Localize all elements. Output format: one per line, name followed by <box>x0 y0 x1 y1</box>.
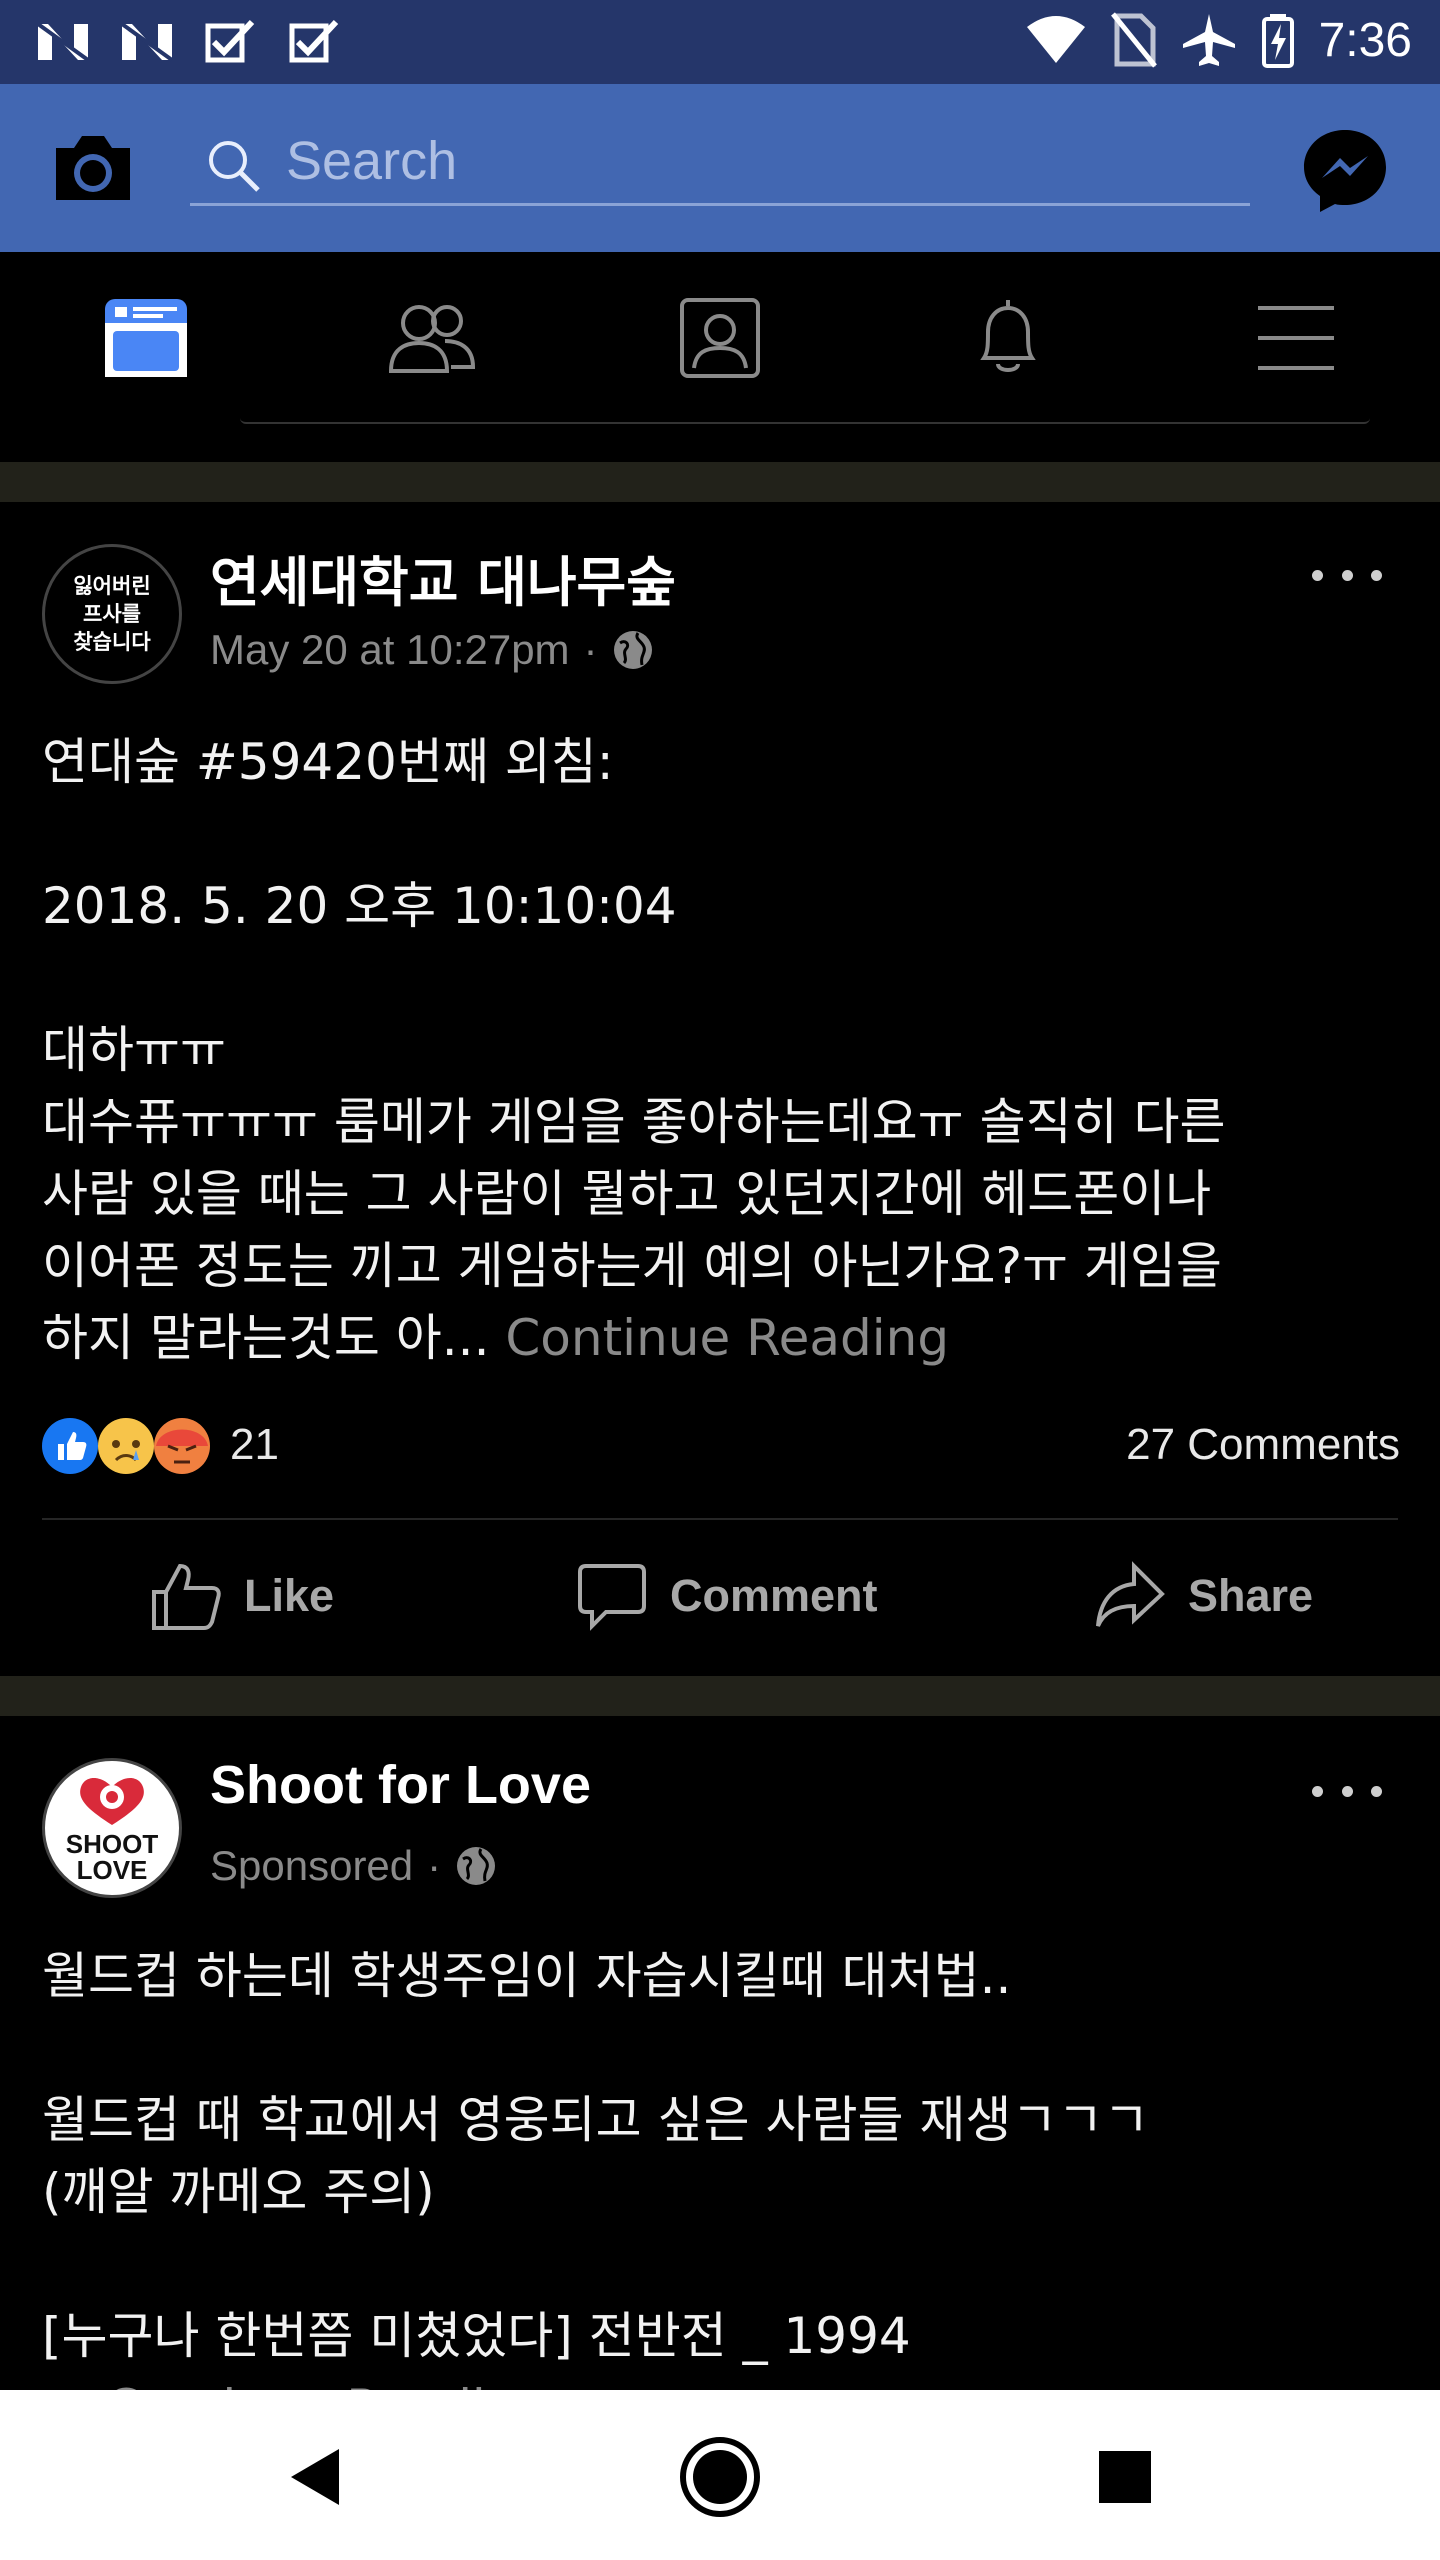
search-icon <box>209 141 260 192</box>
reaction-icons <box>42 1418 210 1474</box>
clock: 7:36 <box>1318 13 1412 67</box>
home-icon <box>680 2437 760 2517</box>
comments-count[interactable]: 27 Comments <box>1126 1420 1400 1470</box>
feed-separator <box>0 1676 1440 1716</box>
tab-friends[interactable] <box>382 288 482 388</box>
meta-separator: · <box>583 626 598 673</box>
globe-icon <box>457 1847 496 1885</box>
camera-icon[interactable] <box>52 132 134 204</box>
post-body: 월드컵 하는데 학생주임이 자습시킬때 대처법.. 월드컵 때 학교에서 영웅되… <box>42 1940 1402 2444</box>
post-author[interactable]: Shoot for Love <box>210 1754 591 1816</box>
friends-icon <box>388 305 476 373</box>
comment-button[interactable]: Comment <box>576 1556 878 1636</box>
sponsored-label: Sponsored <box>210 1842 414 1889</box>
post-body-text: 연대숲 #59420번째 외침: 2018. 5. 20 오후 10:10:04… <box>42 733 1226 1367</box>
reaction-summary[interactable]: 21 27 Comments <box>40 1410 1400 1480</box>
tab-profile[interactable] <box>670 288 770 388</box>
previous-post-remnant <box>0 418 1440 426</box>
more-options-icon[interactable] <box>1312 560 1382 590</box>
page-avatar[interactable]: 잃어버린 프사를 찾습니다 <box>42 544 182 684</box>
wifi-icon <box>1026 16 1085 63</box>
share-button[interactable]: Share <box>1094 1556 1313 1636</box>
more-options-icon[interactable] <box>1312 1776 1382 1806</box>
messenger-icon[interactable] <box>1300 126 1390 216</box>
tab-news-feed[interactable] <box>96 288 196 388</box>
app-header <box>0 84 1440 252</box>
no-sim-icon <box>1110 12 1157 68</box>
post-author[interactable]: 연세대학교 대나무숲 <box>210 538 676 617</box>
feed-separator <box>0 462 1440 502</box>
bell-icon <box>980 300 1036 372</box>
avatar-text: 잃어버린 <box>73 574 151 598</box>
back-button[interactable] <box>270 2432 360 2522</box>
comment-icon <box>578 1564 646 1631</box>
recents-button[interactable] <box>1080 2432 1170 2522</box>
shoot-for-love-logo-icon: SHOOT LOVE <box>66 1778 158 1885</box>
post-meta: May 20 at 10:27pm · <box>210 626 654 674</box>
post-meta: Sponsored · <box>210 1842 497 1890</box>
post-body: 연대숲 #59420번째 외침: 2018. 5. 20 오후 10:10:04… <box>42 726 1402 1374</box>
checkbox-icon <box>205 19 255 63</box>
checkbox-icon <box>289 19 339 63</box>
airplane-icon <box>1182 14 1235 66</box>
like-button[interactable]: Like <box>150 1556 334 1636</box>
reaction-count: 21 <box>230 1420 279 1469</box>
comment-label: Comment <box>670 1570 878 1621</box>
angry-reaction-icon <box>154 1418 210 1474</box>
globe-icon <box>613 631 652 669</box>
meta-separator: · <box>427 1842 442 1889</box>
share-icon <box>1096 1561 1165 1627</box>
post-body-text: 월드컵 하는데 학생주임이 자습시킬때 대처법.. 월드컵 때 학교에서 영웅되… <box>42 1947 1150 2365</box>
page-avatar[interactable]: SHOOT LOVE <box>42 1758 182 1898</box>
android-nav-bar <box>0 2390 1440 2560</box>
hamburger-menu-icon <box>1258 306 1334 370</box>
tab-notifications[interactable] <box>958 288 1058 388</box>
status-bar: 7:36 <box>0 0 1440 84</box>
post-timestamp[interactable]: May 20 at 10:27pm <box>210 626 570 674</box>
like-reaction-icon <box>42 1418 98 1474</box>
back-icon <box>291 2449 339 2505</box>
continue-reading-link[interactable]: Continue Reading <box>505 1309 949 1367</box>
tab-bar <box>0 252 1440 422</box>
avatar-text: 찾습니다 <box>73 630 151 654</box>
avatar-text: 프사를 <box>83 602 141 626</box>
news-feed-icon <box>105 299 187 377</box>
home-button[interactable] <box>675 2432 765 2522</box>
like-icon <box>152 1563 221 1630</box>
sad-reaction-icon <box>98 1418 154 1474</box>
share-label: Share <box>1188 1570 1314 1621</box>
search-bar[interactable] <box>190 118 1250 206</box>
post-divider <box>42 1518 1398 1520</box>
search-input[interactable] <box>286 128 1186 194</box>
n-icon <box>120 22 174 62</box>
tab-menu[interactable] <box>1246 288 1346 388</box>
n-icon <box>36 22 90 62</box>
battery-charging-icon <box>1261 14 1294 68</box>
like-label: Like <box>244 1570 335 1621</box>
profile-icon <box>680 298 760 378</box>
logo-text: LOVE <box>77 1855 148 1885</box>
recents-icon <box>1099 2451 1151 2503</box>
